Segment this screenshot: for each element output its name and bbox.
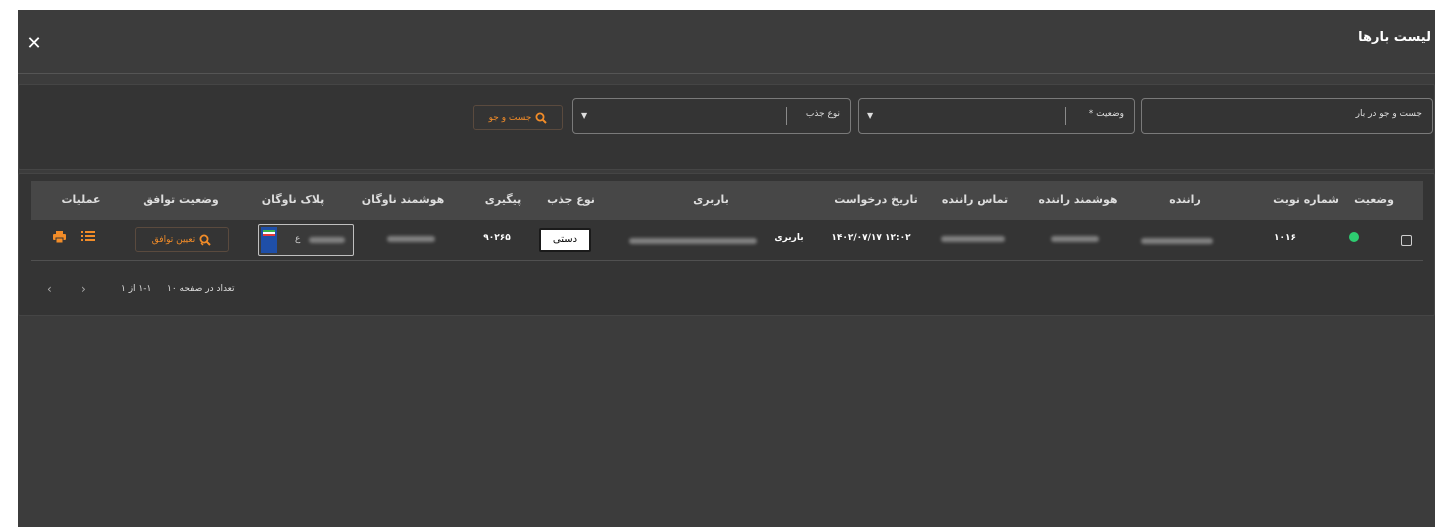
request-date-cell: ۱۴۰۲/۰۷/۱۷ ۱۲:۰۲	[831, 233, 911, 243]
license-plate: ع	[258, 224, 354, 256]
plate-letter: ع	[295, 234, 301, 244]
header-status[interactable]: وضعیت	[1354, 193, 1394, 206]
load-list-panel: وضعیت شماره نوبت راننده هوشمند راننده تم…	[18, 173, 1435, 316]
iran-flag-icon	[261, 227, 277, 253]
header-agreement-status[interactable]: وضعیت توافق	[143, 193, 219, 206]
table-row[interactable]: ۱۰۱۶ ۱۴۰۲/۰۷/۱۷ ۱۲:۰۲ باربری دستی ۹۰۲۶۵ …	[31, 221, 1423, 261]
header-fleet-smart[interactable]: هوشمند ناوگان	[362, 193, 444, 206]
status-select[interactable]: وضعیت * ▼	[858, 98, 1135, 134]
header-tracking[interactable]: پیگیری	[485, 193, 521, 206]
status-select-separator	[1065, 107, 1066, 125]
list-icon[interactable]	[81, 231, 95, 241]
header-driver-smart[interactable]: هوشمند راننده	[1039, 193, 1118, 206]
header-driver-contact[interactable]: تماس راننده	[942, 193, 1008, 206]
dropdown-arrow-icon[interactable]: ▼	[867, 111, 873, 120]
set-agreement-label: تعیین توافق	[151, 234, 196, 245]
page-range: ۱-۱ از ۱	[121, 284, 152, 294]
title-divider	[18, 73, 1435, 74]
table-header: وضعیت شماره نوبت راننده هوشمند راننده تم…	[31, 181, 1423, 220]
header-traction-type[interactable]: نوع جذب	[547, 193, 595, 206]
header-freight[interactable]: باربری	[693, 193, 729, 206]
search-in-load-label: جست و جو در بار	[1355, 109, 1422, 119]
header-request-date[interactable]: تاریخ درخواست	[834, 193, 918, 206]
dropdown-arrow-icon[interactable]: ▼	[581, 111, 587, 120]
chevron-left-icon[interactable]: ‹	[47, 282, 52, 296]
header-operations: عملیات	[61, 193, 101, 206]
search-button[interactable]: جست و جو	[473, 105, 563, 130]
close-button[interactable]: ✕	[26, 33, 42, 54]
agreement-search-icon	[199, 234, 211, 246]
driver-name-redacted	[1141, 238, 1213, 244]
driver-contact-redacted	[941, 236, 1005, 242]
print-icon[interactable]	[53, 231, 66, 243]
search-in-load-input[interactable]: جست و جو در بار	[1141, 98, 1433, 134]
traction-type-badge: دستی	[539, 228, 591, 252]
status-indicator	[1349, 232, 1359, 242]
set-agreement-button[interactable]: تعیین توافق	[135, 227, 229, 252]
tracking-cell: ۹۰۲۶۵	[483, 233, 511, 243]
fleet-smart-redacted	[387, 236, 435, 242]
items-per-page[interactable]: تعداد در صفحه ۱۰	[167, 284, 235, 294]
dialog-title: لیست بارها	[1358, 30, 1431, 45]
traction-select-separator	[786, 107, 787, 125]
header-queue-number[interactable]: شماره نوبت	[1273, 193, 1339, 206]
freight-prefix: باربری	[774, 233, 804, 243]
traction-type-select[interactable]: نوع جذب ▼	[572, 98, 851, 134]
row-checkbox[interactable]	[1401, 235, 1412, 246]
filter-panel: جست و جو در بار وضعیت * ▼ نوع جذب ▼ جست …	[18, 84, 1435, 170]
header-fleet-plate[interactable]: پلاک ناوگان	[262, 193, 325, 206]
driver-smart-redacted	[1051, 236, 1099, 242]
search-button-label: جست و جو	[488, 112, 532, 123]
queue-number-cell: ۱۰۱۶	[1274, 233, 1296, 243]
search-icon	[535, 112, 548, 124]
freight-name-redacted	[629, 238, 757, 244]
traction-type-select-label: نوع جذب	[805, 109, 840, 119]
status-select-label: وضعیت *	[1088, 109, 1124, 119]
pagination: ‹ › ۱-۱ از ۱ تعداد در صفحه ۱۰	[41, 282, 301, 298]
header-driver[interactable]: راننده	[1169, 193, 1201, 206]
chevron-right-icon[interactable]: ›	[81, 282, 86, 296]
load-list-dialog: لیست بارها ✕ جست و جو در بار وضعیت * ▼ ن…	[18, 10, 1435, 527]
close-icon[interactable]: ✕	[26, 33, 41, 54]
plate-number-redacted	[309, 237, 345, 243]
